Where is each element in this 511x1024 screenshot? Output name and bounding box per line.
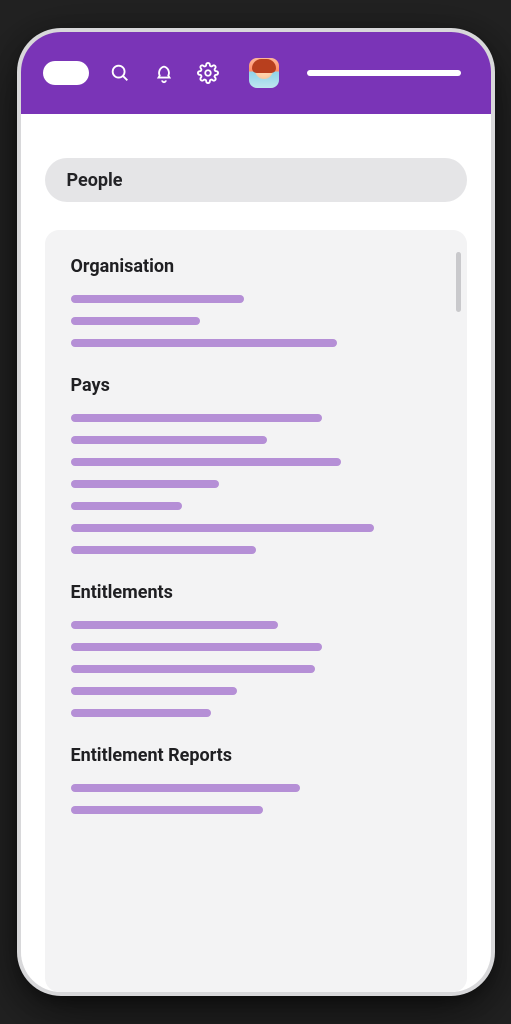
nav-link[interactable] (71, 621, 278, 629)
section-heading: Pays (71, 375, 441, 396)
search-icon[interactable] (107, 60, 133, 86)
section: Entitlement Reports (71, 745, 441, 814)
nav-link[interactable] (71, 784, 300, 792)
section: Organisation (71, 256, 441, 347)
bell-icon[interactable] (151, 60, 177, 86)
nav-link[interactable] (71, 458, 341, 466)
topbar-title-placeholder (307, 70, 461, 76)
phone-frame: People Organisation Pays Entitlements Entit… (21, 32, 491, 992)
content-panel: Organisation Pays Entitlements Entitlement … (45, 230, 467, 992)
gear-icon[interactable] (195, 60, 221, 86)
nav-link[interactable] (71, 524, 374, 532)
nav-link[interactable] (71, 665, 315, 673)
nav-link[interactable] (71, 643, 323, 651)
user-avatar[interactable] (249, 58, 279, 88)
nav-link[interactable] (71, 436, 267, 444)
nav-link[interactable] (71, 414, 323, 422)
section: Pays (71, 375, 441, 554)
page-title: People (45, 158, 467, 202)
section-heading: Entitlements (71, 582, 441, 603)
section-heading: Entitlement Reports (71, 745, 441, 766)
page-title-text: People (67, 170, 123, 191)
nav-link[interactable] (71, 295, 245, 303)
nav-link[interactable] (71, 502, 182, 510)
screen: People Organisation Pays Entitlements Entit… (21, 114, 491, 992)
section-heading: Organisation (71, 256, 441, 277)
status-pill (43, 61, 89, 85)
app-topbar (21, 32, 491, 114)
section: Entitlements (71, 582, 441, 717)
nav-link[interactable] (71, 480, 219, 488)
nav-link[interactable] (71, 317, 201, 325)
nav-link[interactable] (71, 709, 212, 717)
nav-link[interactable] (71, 687, 238, 695)
nav-link[interactable] (71, 806, 263, 814)
scrollbar[interactable] (456, 252, 461, 312)
nav-link[interactable] (71, 546, 256, 554)
nav-link[interactable] (71, 339, 337, 347)
